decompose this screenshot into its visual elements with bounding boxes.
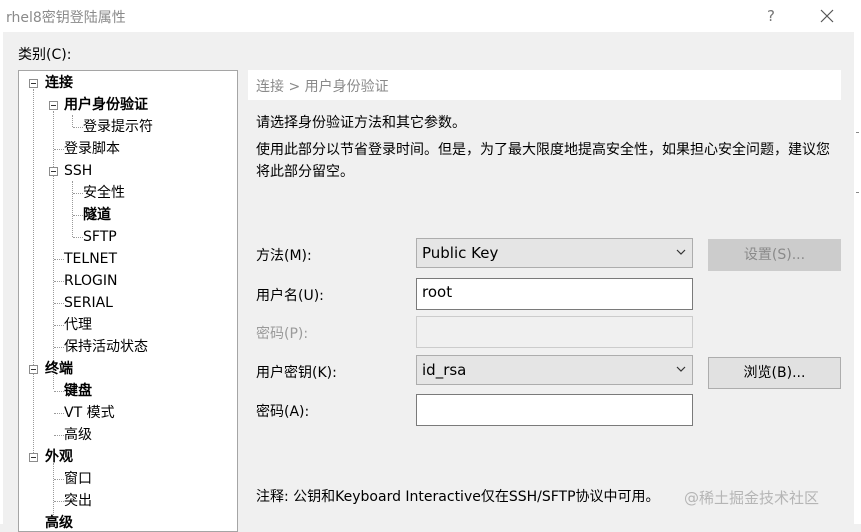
method-select[interactable]: Public Key [416, 238, 693, 268]
tree-item-connection[interactable]: 连接 [45, 73, 73, 93]
settings-button[interactable]: 设置(S)... [708, 239, 841, 271]
tree-item-keyboard[interactable]: 键盘 [64, 381, 92, 401]
tree-item-advanced[interactable]: 高级 [45, 513, 73, 531]
chevron-down-icon [676, 249, 686, 255]
tree-item-rlogin[interactable]: RLOGIN [64, 271, 118, 291]
tree-item-telnet[interactable]: TELNET [64, 249, 117, 269]
collapse-icon[interactable] [29, 453, 38, 462]
window-title: rhel8密钥登陆属性 [6, 10, 126, 26]
tree-item-login-scripts[interactable]: 登录脚本 [64, 139, 120, 159]
collapse-icon[interactable] [29, 79, 38, 88]
collapse-icon[interactable] [49, 167, 58, 176]
watermark: @稀土掘金技术社区 [684, 489, 820, 507]
breadcrumb: 连接 > 用户身份验证 [256, 79, 389, 95]
tree-item-serial[interactable]: SERIAL [64, 293, 113, 313]
tree-item-proxy[interactable]: 代理 [64, 315, 92, 335]
browse-button[interactable]: 浏览(B)... [708, 357, 841, 389]
username-label: 用户名(U): [256, 288, 324, 304]
help-button[interactable]: ? [760, 4, 782, 28]
intro-text: 请选择身份验证方法和其它参数。 [256, 115, 466, 131]
tree-item-terminal[interactable]: 终端 [45, 359, 73, 379]
left-edge [0, 32, 3, 524]
tree-item-user-auth[interactable]: 用户身份验证 [64, 95, 148, 115]
description-text: 使用此部分以节省登录时间。但是，为了最大限度地提高安全性，如果担心安全问题，建议… [256, 142, 830, 180]
tree-item-vt-modes[interactable]: VT 模式 [64, 403, 115, 423]
collapse-icon[interactable] [49, 101, 58, 110]
tree-item-login-prompts[interactable]: 登录提示符 [83, 117, 153, 137]
password-input[interactable] [416, 316, 693, 348]
chevron-down-icon [676, 366, 686, 372]
passphrase-input[interactable] [416, 394, 693, 426]
title-bar: rhel8密钥登陆属性 ? [0, 0, 861, 32]
password-label: 密码(P): [256, 326, 309, 342]
method-label: 方法(M): [256, 248, 312, 264]
tree-item-ssh[interactable]: SSH [64, 161, 92, 181]
category-label: 类别(C): [18, 47, 72, 63]
tree-item-security[interactable]: 安全性 [83, 183, 125, 203]
username-value: root [422, 283, 453, 301]
tree-item-tunneling[interactable]: 隧道 [83, 205, 111, 225]
tree-item-appearance[interactable]: 外观 [45, 447, 73, 467]
method-value: Public Key [422, 244, 499, 262]
tree-item-keep-alive[interactable]: 保持活动状态 [64, 337, 148, 357]
username-input[interactable]: root [416, 278, 693, 310]
collapse-icon[interactable] [29, 365, 38, 374]
close-button[interactable] [812, 4, 842, 28]
tree-item-terminal-advanced[interactable]: 高级 [64, 425, 92, 445]
section-header: 连接 > 用户身份验证 [248, 70, 841, 100]
note-text: 注释: 公钥和Keyboard Interactive仅在SSH/SFTP协议中… [256, 489, 660, 505]
tree-item-sftp[interactable]: SFTP [83, 227, 117, 247]
tree-item-highlight[interactable]: 突出 [64, 491, 92, 511]
close-icon [820, 9, 834, 23]
user-key-value: id_rsa [422, 361, 467, 379]
tree-item-window[interactable]: 窗口 [64, 469, 92, 489]
category-tree[interactable]: 连接 用户身份验证 登录提示符 登录脚本 SSH 安全性 隧道 SFTP TEL… [18, 70, 238, 532]
user-key-label: 用户密钥(K): [256, 365, 337, 381]
user-key-select[interactable]: id_rsa [416, 355, 693, 385]
background-window-edge [854, 32, 861, 524]
passphrase-label: 密码(A): [256, 404, 310, 420]
